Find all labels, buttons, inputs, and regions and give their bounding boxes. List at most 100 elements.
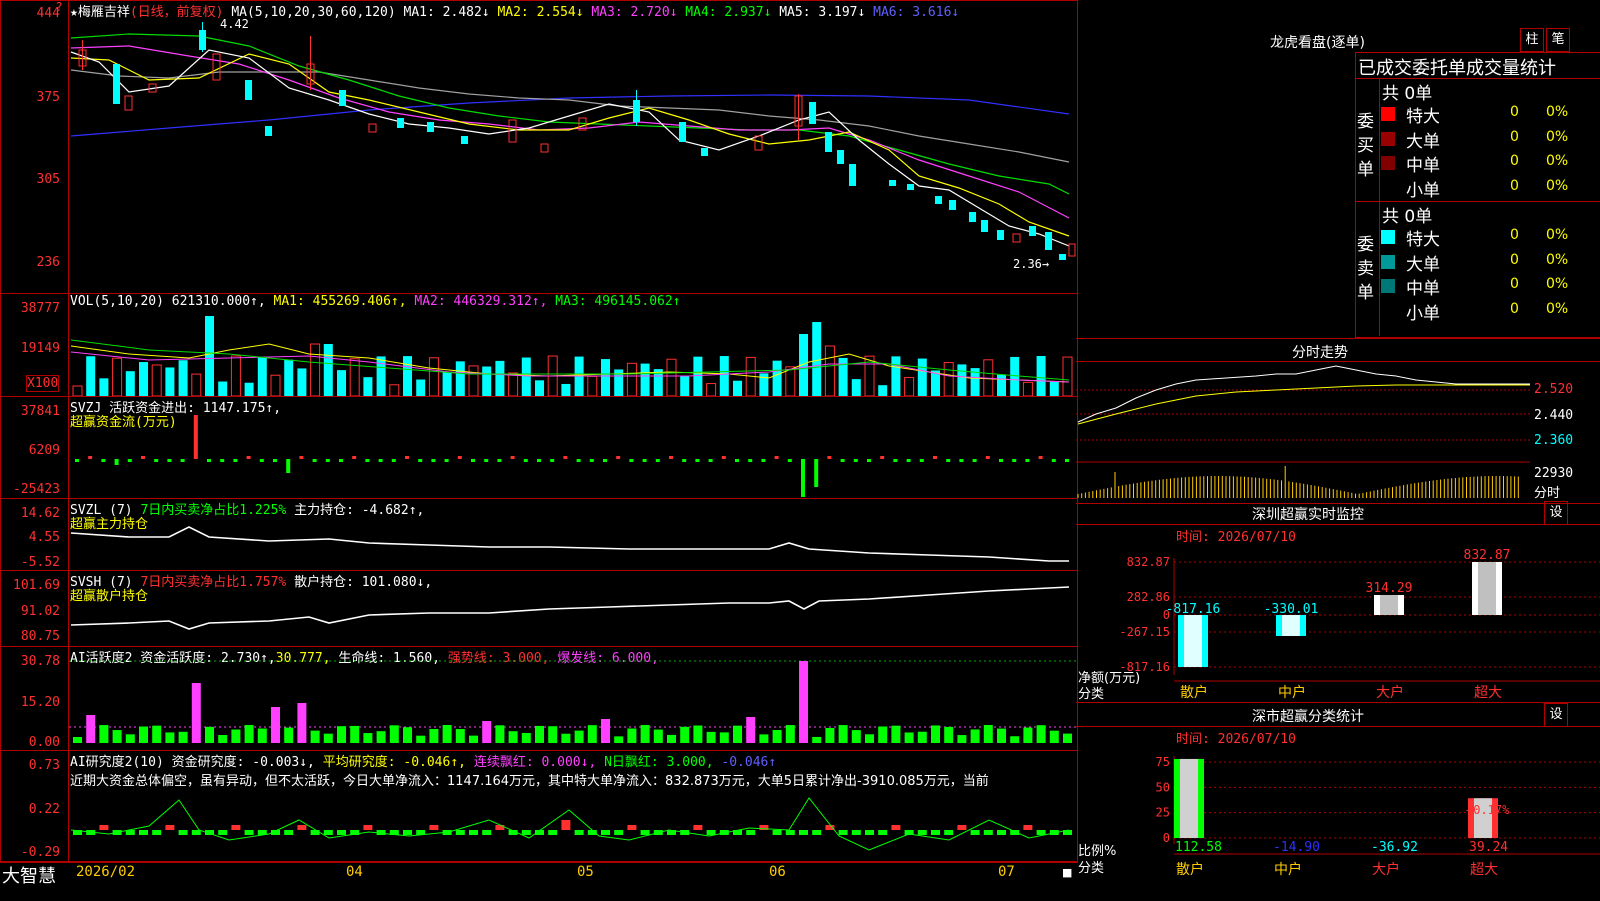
volume-unit-label: X100 [26, 375, 60, 392]
class-title-line-2 [1076, 726, 1600, 727]
buy-row-count: 0 [1510, 104, 1519, 120]
buy-row-count: 0 [1510, 128, 1519, 145]
activity-bar [112, 730, 122, 743]
activity-bar [983, 725, 993, 743]
buy-row-label: 中单 [1406, 156, 1440, 176]
sell-row-pct: 0% [1546, 251, 1569, 268]
buy-row-label: 小单 [1406, 180, 1440, 201]
flow-bar [642, 459, 647, 462]
volume-bar [468, 365, 479, 396]
flow-bar [299, 456, 304, 459]
sell-swatch-2 [1381, 279, 1395, 293]
volume-bar [943, 362, 954, 396]
activity-bar [231, 729, 241, 743]
volume-bar [191, 373, 202, 396]
monitor-bar-highlight [1380, 594, 1398, 615]
monitor-settings-button[interactable]: 设 [1544, 501, 1568, 525]
stats-title: 已成交委托单成交量统计 [1358, 58, 1556, 79]
bar-mode-button[interactable]: 柱 [1520, 28, 1544, 52]
monitor-category-label: 大户 [1376, 684, 1404, 701]
volume-bar [521, 357, 531, 396]
volume-bar [230, 355, 241, 396]
brand-logo[interactable]: 大智慧 [2, 862, 56, 888]
research-bar [614, 830, 624, 835]
sell-row-label: 特大 [1406, 230, 1440, 250]
price-candlestick-chart[interactable] [69, 0, 1077, 294]
buy-swatch-2 [1381, 156, 1395, 170]
flow-bar [312, 459, 317, 462]
research-bar [403, 830, 412, 835]
class-pct-label: +0.17% [1466, 803, 1510, 817]
ai-activity-axis-label: 15.20 [20, 695, 60, 710]
activity-bar [73, 737, 82, 743]
activity-bar [1023, 727, 1033, 743]
activity-bar [561, 733, 571, 743]
activity-bar [667, 734, 676, 743]
volume-axis-label: 38777 [20, 301, 60, 316]
class-bar-chart[interactable]: 75 50 25 0 112.58 散户 -14.90 中户 -36.92 大户 39.24 超大 +0… [1078, 740, 1600, 900]
research-bar [429, 825, 439, 830]
buy-row-pct: 0% [1546, 153, 1569, 169]
activity-bar [165, 732, 175, 743]
volume-bar [284, 359, 294, 396]
research-bar [1023, 825, 1033, 830]
flow-bar [1051, 459, 1056, 462]
lock-icon[interactable]: ■ [1062, 866, 1072, 879]
flow-bar [273, 459, 277, 462]
activity-bar [706, 731, 716, 743]
sell-row-count: 0 [1510, 227, 1519, 243]
activity-bar [746, 717, 756, 743]
flow-bar [999, 459, 1003, 462]
class-category-label: 散户 [1176, 861, 1204, 878]
monitor-value-label: 314.29 [1366, 581, 1413, 596]
research-bar [310, 830, 320, 835]
buy-row-label: 大单 [1406, 131, 1440, 152]
volume-bar [297, 368, 307, 396]
activity-bar [178, 731, 188, 743]
research-bar [997, 830, 1006, 835]
sell-row-count: 0 [1510, 300, 1519, 317]
research-bar [706, 830, 716, 835]
activity-bar [205, 726, 214, 743]
class-value-label: 112.58 [1175, 840, 1222, 855]
ai-activity-chart[interactable] [69, 647, 1077, 750]
svzj-flow-chart[interactable] [69, 397, 1077, 497]
activity-bar [152, 725, 162, 743]
volume-bar-chart[interactable] [69, 310, 1077, 396]
flow-bar [233, 459, 238, 462]
pen-mode-button[interactable]: 笔 [1546, 28, 1570, 52]
flow-bar [563, 456, 568, 459]
monitor-axis-label: 832.87 [1127, 555, 1170, 569]
svsh-line-chart[interactable] [69, 571, 1077, 646]
flow-bar [893, 459, 898, 462]
volume-bar [389, 384, 400, 396]
sell-row-pct: 0% [1546, 276, 1569, 292]
research-bar [297, 825, 307, 830]
class-value-label: -36.92 [1371, 840, 1418, 855]
volume-bar [270, 374, 281, 396]
class-settings-button[interactable]: 设 [1544, 703, 1568, 727]
ai-research-chart[interactable] [69, 790, 1077, 862]
dragon-tiger-title: 龙虎看盘(逐单) [1270, 35, 1365, 51]
flow-bar [840, 459, 845, 462]
flow-bar [695, 459, 700, 462]
flow-bar [207, 459, 211, 462]
activity-bar [574, 730, 584, 743]
svzl-line-chart[interactable] [69, 499, 1077, 570]
research-bar [284, 830, 294, 835]
activity-bar [785, 725, 795, 743]
research-bar [640, 830, 650, 835]
activity-bar [693, 725, 703, 743]
flow-bar [220, 459, 225, 462]
research-bar [917, 830, 927, 835]
volume-bar [323, 344, 333, 396]
activity-bar [865, 734, 874, 743]
intraday-chart[interactable] [1076, 362, 1530, 498]
menu-icon[interactable]: ? [56, 0, 62, 14]
flow-bar [853, 459, 858, 462]
flow-bar [655, 459, 660, 462]
monitor-bar-chart[interactable]: 832.87282.860-267.15-817.16-817.16散户-330… [1078, 540, 1600, 702]
class-value-label: -14.90 [1273, 840, 1320, 855]
buy-total: 共 0单 [1382, 84, 1433, 104]
flow-bar [114, 459, 119, 465]
